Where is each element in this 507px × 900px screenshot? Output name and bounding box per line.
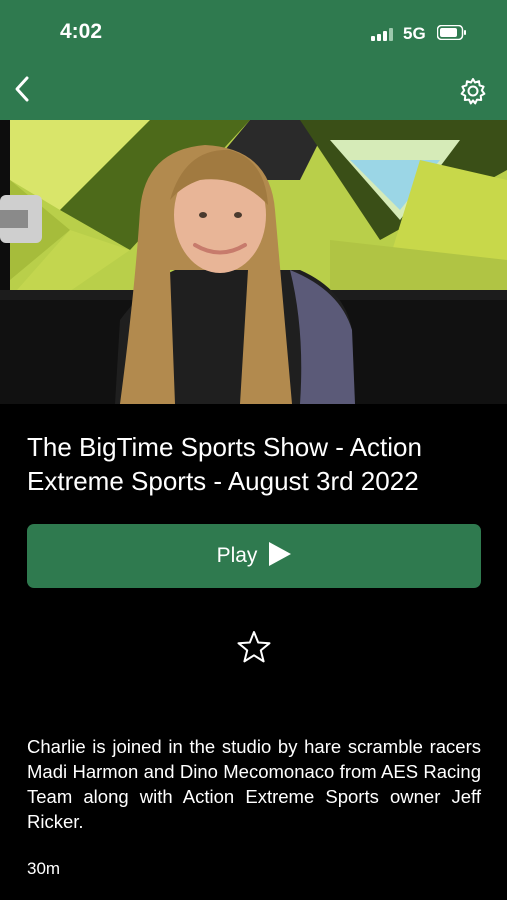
status-time: 4:02 (60, 20, 103, 43)
status-bar: 4:02 5G (0, 0, 507, 64)
favorite-button[interactable] (235, 630, 273, 668)
hero-thumbnail[interactable] (0, 120, 507, 404)
cellular-signal-icon (371, 28, 395, 41)
back-button[interactable] (6, 74, 38, 108)
episode-duration: 30m (27, 859, 61, 878)
gear-icon (458, 76, 488, 111)
battery-icon (436, 24, 466, 41)
nav-bar (0, 64, 507, 120)
episode-description: Charlie is joined in the studio by hare … (27, 736, 481, 832)
play-triangle-icon (269, 541, 292, 571)
network-type: 5G (403, 24, 426, 43)
chevron-left-icon (12, 75, 32, 108)
star-outline-icon (237, 630, 271, 669)
play-button[interactable]: Play (27, 524, 481, 588)
episode-title: The BigTime Sports Show - Action Extreme… (27, 432, 422, 496)
settings-button[interactable] (456, 76, 490, 110)
play-button-label: Play (216, 544, 258, 567)
